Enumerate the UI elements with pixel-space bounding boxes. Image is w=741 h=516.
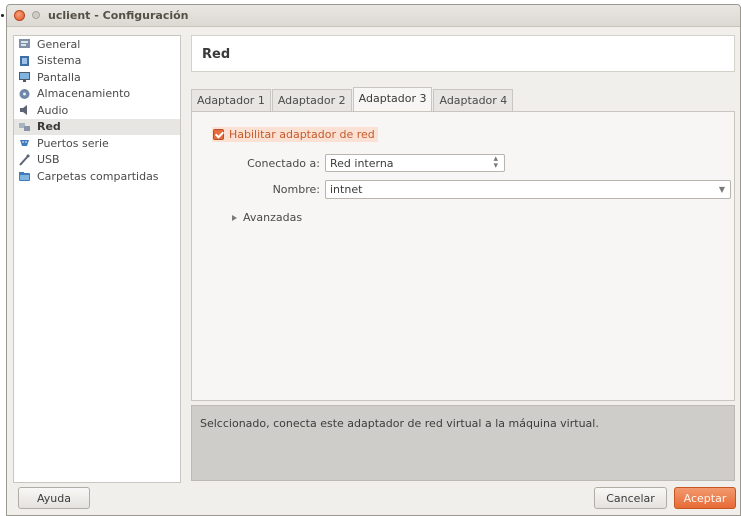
folder-icon [18,170,31,182]
page-title: Red [191,35,735,72]
sidebar-item-usb[interactable]: USB [14,152,180,169]
speaker-icon [18,104,31,116]
attached-to-select[interactable]: Red interna ▴ ▾ [325,154,505,172]
sidebar: General Sistema Pantalla Almacenamiento … [13,35,181,483]
chip-icon [18,55,31,67]
usb-icon [18,154,31,166]
advanced-label: Avanzadas [243,211,303,224]
help-button[interactable]: Ayuda [18,487,90,509]
attached-to-label: Conectado a: [247,157,320,170]
sidebar-item-label: Puertos serie [37,136,109,150]
enable-adapter-label: Habilitar adaptador de red [229,128,375,141]
sidebar-item-label: USB [37,153,60,167]
sidebar-item-pantalla[interactable]: Pantalla [14,69,180,86]
sidebar-item-general[interactable]: General [14,36,180,53]
tab-adaptador-4[interactable]: Adaptador 4 [433,89,514,111]
accept-button[interactable]: Aceptar [674,487,736,509]
adapter-tabs: Adaptador 1 Adaptador 2 Adaptador 3 Adap… [191,87,514,112]
sidebar-item-carpetas-compartidas[interactable]: Carpetas compartidas [14,168,180,185]
disk-icon [18,88,31,100]
sidebar-item-red[interactable]: Red [14,118,180,135]
sidebar-item-label: Almacenamiento [37,87,131,101]
title-bar: uclient - Configuración [7,5,740,27]
stray-dot [1,14,4,17]
window-title: uclient - Configuración [48,9,189,22]
description-text: Selccionado, conecta este adaptador de r… [200,417,599,430]
chevron-down-icon[interactable]: ▼ [719,185,725,194]
sidebar-item-label: Carpetas compartidas [37,169,159,183]
sidebar-item-label: General [37,37,81,51]
settings-window: uclient - Configuración General Sistema … [6,4,741,516]
minimize-window-button[interactable] [32,11,40,19]
sidebar-item-sistema[interactable]: Sistema [14,53,180,70]
updown-arrows-icon: ▴ ▾ [493,154,498,171]
sidebar-item-puertos-serie[interactable]: Puertos serie [14,135,180,152]
monitor-icon [18,71,31,83]
sidebar-item-label: Sistema [37,54,82,68]
attached-to-value: Red interna [330,157,394,170]
tab-adaptador-3[interactable]: Adaptador 3 [352,87,433,112]
sidebar-item-label: Audio [37,103,69,117]
name-combo-input[interactable]: intnet ▼ [325,180,731,199]
checkbox-checked-icon [213,129,224,140]
name-value: intnet [330,183,363,196]
enable-adapter-checkbox[interactable]: Habilitar adaptador de red [212,127,378,142]
sidebar-item-label: Red [37,120,61,134]
tab-adaptador-1[interactable]: Adaptador 1 [191,89,271,111]
tab-adaptador-2[interactable]: Adaptador 2 [271,89,352,111]
serial-port-icon [18,137,31,149]
expander-arrow-icon [232,214,237,221]
description-box: Selccionado, conecta este adaptador de r… [191,405,735,481]
adapter-panel: Habilitar adaptador de red Conectado a: … [191,111,735,401]
cancel-button[interactable]: Cancelar [594,487,667,509]
network-icon [18,121,31,133]
sidebar-item-almacenamiento[interactable]: Almacenamiento [14,86,180,103]
close-window-button[interactable] [14,10,25,21]
sidebar-item-audio[interactable]: Audio [14,102,180,119]
content-area: Red Adaptador 1 Adaptador 2 Adaptador 3 … [191,35,735,401]
advanced-expander[interactable]: Avanzadas [232,211,302,224]
name-label: Nombre: [272,183,320,196]
general-icon [18,38,31,50]
sidebar-item-label: Pantalla [37,70,81,84]
